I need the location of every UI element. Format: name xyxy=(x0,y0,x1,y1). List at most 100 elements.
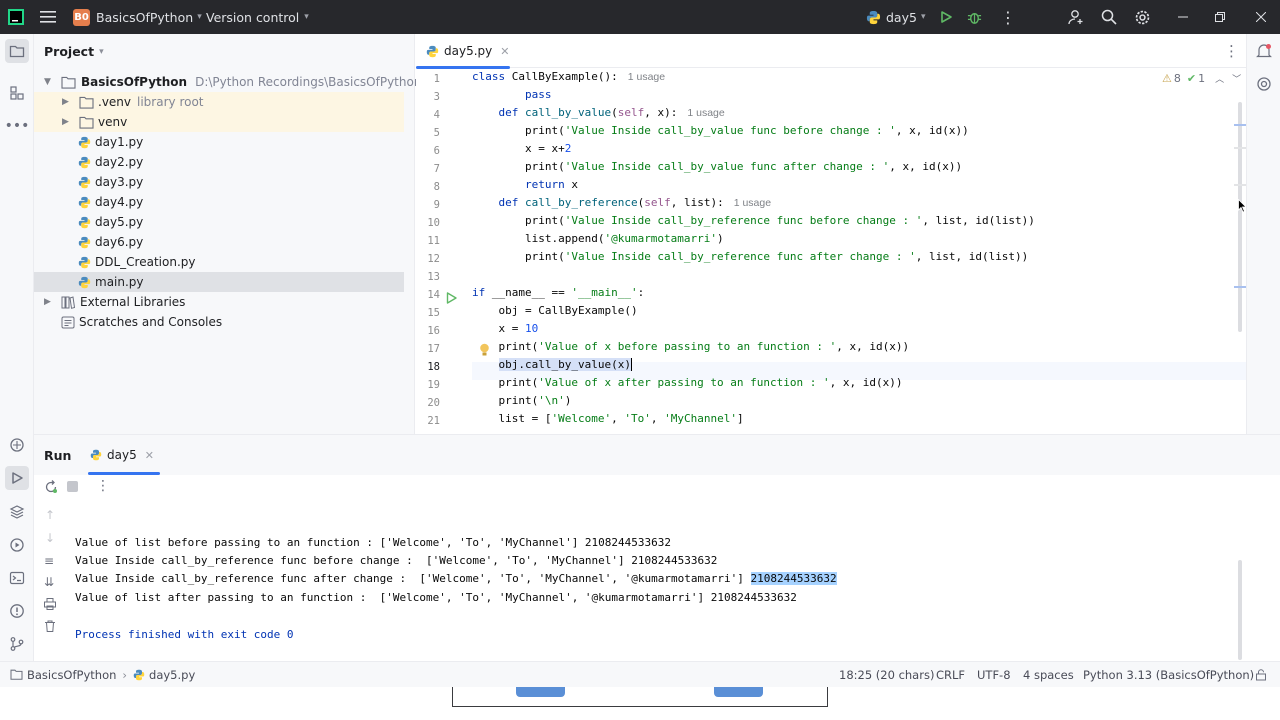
code-line: pass xyxy=(524,88,552,101)
project-switcher[interactable]: B0 BasicsOfPython ▾ xyxy=(73,0,202,34)
vcs-label: Version control xyxy=(206,9,300,25)
file-encoding[interactable]: UTF-8 xyxy=(977,668,1011,682)
bottom-overlay xyxy=(0,687,1280,720)
tree-item-label: day4.py xyxy=(95,195,144,209)
python-file-icon xyxy=(78,216,91,228)
editor-tab-day5[interactable]: day5.py ✕ xyxy=(416,34,510,69)
line-number: 6 xyxy=(433,145,440,157)
editor-scrollbar[interactable] xyxy=(1238,102,1242,332)
selected-text: 2108244533632 xyxy=(750,572,837,585)
tree-item[interactable]: day4.py xyxy=(34,192,143,212)
main-menu-icon[interactable] xyxy=(40,0,56,34)
python-file-icon xyxy=(78,176,91,188)
run-tab-day5[interactable]: day5 ✕ xyxy=(88,435,160,475)
usage-hint[interactable]: 1 usage xyxy=(734,197,771,209)
run-button[interactable] xyxy=(939,0,953,34)
indent-setting[interactable]: 4 spaces xyxy=(1023,668,1074,682)
folder-icon xyxy=(79,96,94,109)
tree-item[interactable]: day3.py xyxy=(34,172,143,192)
caret-position[interactable]: 18:25 (20 chars) xyxy=(839,668,934,682)
console-line: Value of list after passing to an functi… xyxy=(75,591,797,604)
line-separator[interactable]: CRLF xyxy=(936,668,965,682)
chevron-down-icon: ▾ xyxy=(920,12,926,22)
python-file-icon xyxy=(78,236,91,248)
usage-hint[interactable]: 1 usage xyxy=(628,71,665,83)
restore-button[interactable] xyxy=(1215,0,1225,34)
python-icon xyxy=(866,10,881,24)
lock-icon[interactable] xyxy=(1255,668,1267,681)
project-tool-icon[interactable] xyxy=(5,39,29,63)
line-number: 9 xyxy=(433,199,440,211)
tree-item[interactable]: day6.py xyxy=(34,232,143,252)
notifications-icon[interactable] xyxy=(1256,43,1272,62)
debug-button[interactable] xyxy=(967,0,982,34)
close-tab-icon[interactable]: ✕ xyxy=(145,449,154,462)
scratches-item[interactable]: Scratches and Consoles xyxy=(61,312,222,332)
console-scrollbar[interactable] xyxy=(1238,560,1242,660)
usage-hint[interactable]: 1 usage xyxy=(687,107,724,119)
code-area[interactable]: class CallByExample(): 1 usage pass def c… xyxy=(472,68,1247,434)
run-gutter-icon[interactable] xyxy=(446,292,457,304)
problems-tool-icon[interactable] xyxy=(5,599,29,623)
tree-item[interactable]: day1.py xyxy=(34,132,143,152)
console-line: Value Inside call_by_reference func afte… xyxy=(75,570,837,588)
project-panel-header[interactable]: Project ▾ xyxy=(44,44,104,59)
ai-assistant-icon[interactable] xyxy=(1256,76,1272,95)
tree-item[interactable]: DDL_Creation.py xyxy=(34,252,195,272)
breadcrumb-file[interactable]: day5.py xyxy=(149,668,195,682)
run-tool-icon[interactable] xyxy=(5,466,29,490)
code-line: class CallByExample(): 1 usage xyxy=(472,70,666,83)
left-tool-bar: ••• xyxy=(0,34,34,661)
line-number: 3 xyxy=(433,91,440,103)
tree-item[interactable]: main.py xyxy=(34,272,404,292)
python-packages-icon[interactable] xyxy=(5,433,29,457)
run-more-icon[interactable]: ⋮ xyxy=(96,478,110,494)
python-file-icon xyxy=(78,256,91,268)
search-icon[interactable] xyxy=(1101,0,1117,34)
layers-tool-icon[interactable] xyxy=(5,500,29,524)
tree-item[interactable]: day5.py xyxy=(34,212,143,232)
more-actions-icon[interactable]: ⋮ xyxy=(1000,0,1016,34)
active-tab-underline xyxy=(88,472,160,475)
terminal-tool-icon[interactable] xyxy=(5,566,29,590)
structure-tool-icon[interactable] xyxy=(5,81,29,105)
python-interpreter[interactable]: Python 3.13 (BasicsOfPython) xyxy=(1083,668,1254,682)
trash-icon[interactable] xyxy=(43,619,57,636)
git-tool-icon[interactable] xyxy=(5,632,29,656)
chevron-down-icon: ▾ xyxy=(197,12,202,22)
more-tools-icon[interactable]: ••• xyxy=(5,114,30,138)
settings-gear-icon[interactable] xyxy=(1134,0,1151,34)
console-line: Value Inside call_by_reference func befo… xyxy=(75,554,718,567)
tree-item[interactable]: ▶ venv xyxy=(34,112,404,132)
close-window-button[interactable] xyxy=(1256,0,1266,34)
line-number: 7 xyxy=(433,163,440,175)
run-config-selector[interactable]: day5 ▾ xyxy=(866,0,925,34)
scroll-up-icon[interactable]: ↑ xyxy=(45,508,55,522)
rerun-icon[interactable] xyxy=(44,480,58,497)
scroll-down-icon[interactable]: ↓ xyxy=(45,531,55,545)
tree-item[interactable]: day2.py xyxy=(34,152,143,172)
soft-wrap-icon[interactable]: ≡ xyxy=(44,554,54,568)
code-line: print('\n') xyxy=(472,394,572,407)
editor-tabs: day5.py ✕ ⋮ xyxy=(416,34,1280,69)
version-control-menu[interactable]: Version control ▾ xyxy=(206,0,309,34)
external-libraries-item[interactable]: ▶ External Libraries xyxy=(44,292,185,312)
close-tab-icon[interactable]: ✕ xyxy=(500,45,509,58)
run-panel-title: Run xyxy=(44,448,72,463)
scroll-to-end-icon[interactable]: ⇊ xyxy=(44,575,54,589)
line-number: 8 xyxy=(433,181,440,193)
tree-root[interactable]: ▼ BasicsOfPython D:\Python Recordings\Ba… xyxy=(44,72,421,92)
code-line: print('Value of x before passing to an f… xyxy=(472,340,910,353)
breadcrumb-project[interactable]: BasicsOfPython xyxy=(27,668,116,682)
console-text: Value Inside call_by_reference func afte… xyxy=(75,572,751,585)
tab-options-icon[interactable]: ⋮ xyxy=(1224,42,1239,60)
line-number: 10 xyxy=(427,217,440,229)
print-icon[interactable] xyxy=(43,597,57,614)
stop-icon[interactable] xyxy=(67,481,78,492)
chevron-down-icon: ▾ xyxy=(99,46,104,57)
services-tool-icon[interactable] xyxy=(5,533,29,557)
account-icon[interactable] xyxy=(1068,0,1084,34)
app-logo-icon[interactable] xyxy=(8,0,24,34)
minimize-button[interactable] xyxy=(1178,0,1188,34)
tree-item[interactable]: ▶ .venv library root xyxy=(34,92,404,112)
